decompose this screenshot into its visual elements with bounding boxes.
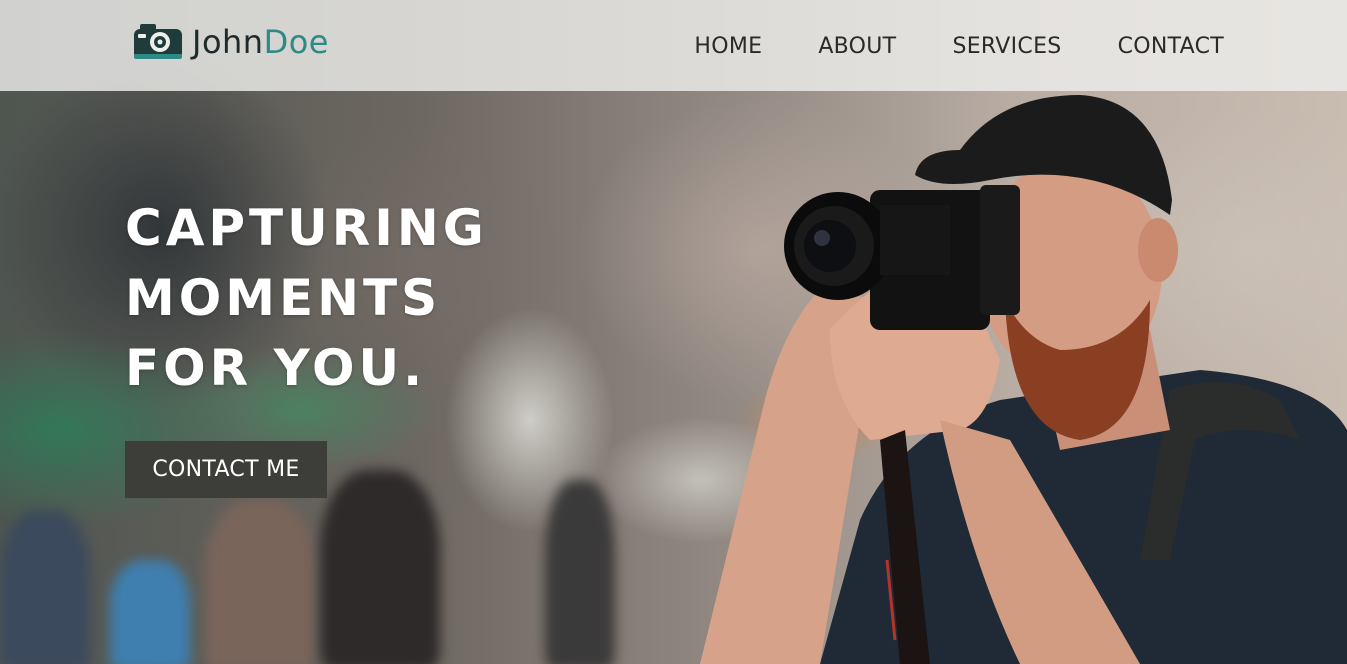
brand-name-last: Doe [263,23,329,61]
blurred-pedestrian [110,560,190,664]
blurred-pedestrian [545,480,615,664]
nav-contact[interactable]: CONTACT [1118,32,1224,59]
camera-icon [134,24,182,59]
blurred-pedestrian [320,470,440,664]
hero-headline-line-2: MOMENTS [125,269,442,327]
hero-headline-line-3: FOR YOU. [125,339,427,397]
nav-home[interactable]: HOME [694,32,762,59]
nav-services[interactable]: SERVICES [952,32,1061,59]
brand-name-first: John [192,23,264,61]
brand-name: JohnDoe [192,26,329,58]
contact-me-button[interactable]: CONTACT ME [125,441,327,498]
blurred-pedestrian [205,500,315,664]
hero-headline-line-1: CAPTURING [125,199,488,257]
blurred-pedestrian [0,510,90,664]
nav-about[interactable]: ABOUT [818,32,896,59]
site-header: JohnDoe HOME ABOUT SERVICES CONTACT [0,0,1347,91]
hero-headline: CAPTURING MOMENTS FOR YOU. [125,193,488,403]
page: JohnDoe HOME ABOUT SERVICES CONTACT CAPT… [0,0,1347,664]
main-nav: HOME ABOUT SERVICES CONTACT [694,0,1224,91]
site-logo[interactable]: JohnDoe [132,20,329,64]
